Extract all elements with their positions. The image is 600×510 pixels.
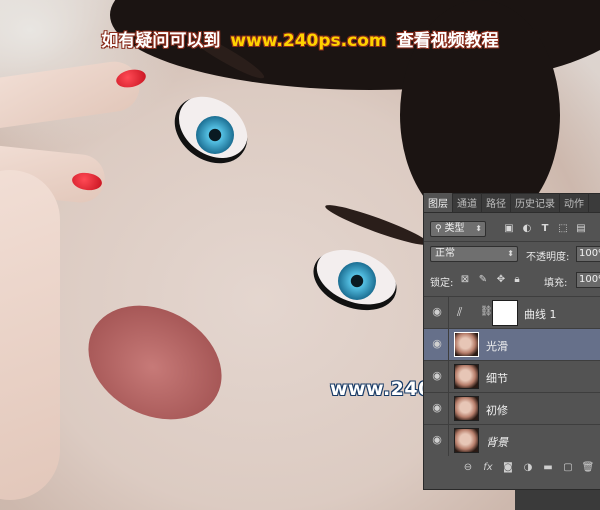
watermark-url: www.240ps.com [230, 31, 387, 51]
adjustment-filter-icon[interactable]: ◐ [520, 222, 534, 236]
tab-actions[interactable]: 动作 [560, 193, 589, 212]
tab-channels[interactable]: 通道 [453, 193, 482, 212]
tab-history[interactable]: 历史记录 [511, 193, 560, 212]
layer-mask-thumbnail[interactable] [492, 300, 518, 326]
layer-row-background[interactable]: ◉ 背景 [424, 424, 600, 456]
iris-right [338, 262, 376, 300]
divider [448, 425, 449, 456]
layers-panel: 图层 通道 路径 历史记录 动作 ⚲ 类型 ⬍ ▣ ◐ T ⬚ ▤ 正常 ⬍ 不透明… [423, 193, 600, 490]
layer-name: 背景 [486, 436, 508, 449]
smart-object-filter-icon[interactable]: ▤ [574, 222, 588, 236]
lips [68, 283, 242, 442]
new-layer-icon[interactable]: ▢ [561, 462, 575, 473]
watermark-text-left: 如有疑问可以到 [101, 31, 221, 51]
opacity-input[interactable]: 100% [576, 246, 600, 262]
tab-layers[interactable]: 图层 [424, 193, 453, 212]
lock-label: 锁定: [430, 278, 454, 289]
panel-tabs: 图层 通道 路径 历史记录 动作 [424, 193, 600, 213]
type-filter-icon[interactable]: T [538, 222, 552, 236]
layer-name: 曲线 1 [524, 308, 557, 321]
link-layers-icon[interactable]: ⊖ [461, 462, 475, 473]
layer-thumbnail [454, 332, 479, 357]
lock-position-icon[interactable]: ✥ [494, 273, 508, 287]
tab-paths[interactable]: 路径 [482, 193, 511, 212]
watermark-text-right: 查看视频教程 [396, 31, 499, 51]
layer-thumbnail [454, 364, 479, 389]
hand-finger-1 [0, 58, 143, 132]
lock-row: 锁定: ⊠ ✎ ✥ 🔒︎ 填充: 100% [424, 270, 600, 290]
layer-name: 细节 [486, 372, 508, 385]
lock-image-icon[interactable]: ✎ [476, 273, 490, 287]
fx-icon[interactable]: fx [481, 462, 495, 473]
chevron-updown-icon: ⬍ [475, 224, 482, 233]
layer-row-detail[interactable]: ◉ 细节 [424, 360, 600, 392]
iris-left [196, 116, 234, 154]
new-adjustment-icon[interactable]: ◑ [521, 462, 535, 473]
opacity-label: 不透明度: [526, 252, 570, 263]
layer-row-initial-retouch[interactable]: ◉ 初修 [424, 392, 600, 424]
filter-kind-select[interactable]: ⚲ 类型 ⬍ [430, 221, 486, 237]
new-group-icon[interactable]: ▬ [541, 462, 555, 473]
eye-visibility-icon[interactable]: ◉ [430, 306, 444, 318]
layer-name: 初修 [486, 404, 508, 417]
divider [448, 361, 449, 392]
chevron-updown-icon: ⬍ [507, 249, 514, 258]
image-filter-icon[interactable]: ▣ [502, 222, 516, 236]
divider [424, 241, 600, 242]
fill-label: 填充: [544, 278, 568, 289]
blend-row: 正常 ⬍ 不透明度: 100% [424, 244, 600, 264]
divider [448, 393, 449, 424]
add-mask-icon[interactable]: ◙ [501, 462, 515, 473]
panel-footer: ⊖ fx ◙ ◑ ▬ ▢ 🗑︎ [424, 458, 600, 476]
trash-icon[interactable]: 🗑︎ [581, 462, 595, 473]
lock-transparent-icon[interactable]: ⊠ [458, 273, 472, 287]
eye-visibility-icon[interactable]: ◉ [430, 402, 444, 414]
divider [448, 297, 449, 328]
eye-visibility-icon[interactable]: ◉ [430, 370, 444, 382]
layer-row-curves[interactable]: ◉ ⫽ ⛓︎ 曲线 1 [424, 296, 600, 328]
lock-all-icon[interactable]: 🔒︎ [510, 273, 524, 287]
filter-row: ⚲ 类型 ⬍ ▣ ◐ T ⬚ ▤ [424, 219, 600, 239]
layer-row-smooth[interactable]: ◉ 光滑 [424, 328, 600, 360]
filter-kind-value: 类型 [444, 223, 465, 234]
layer-name: 光滑 [486, 340, 508, 353]
divider [448, 329, 449, 360]
layer-thumbnail [454, 428, 479, 453]
eye-visibility-icon[interactable]: ◉ [430, 434, 444, 446]
shape-filter-icon[interactable]: ⬚ [556, 222, 570, 236]
watermark-top: 如有疑问可以到 www.240ps.com 查看视频教程 [0, 26, 600, 51]
brow-right [322, 199, 432, 251]
eye-visibility-icon[interactable]: ◉ [430, 338, 444, 350]
blend-mode-value: 正常 [435, 248, 455, 259]
chain-link-icon[interactable]: ⛓︎ [480, 306, 493, 317]
fill-input[interactable]: 100% [576, 272, 600, 288]
curves-adjustment-icon: ⫽ [457, 305, 463, 319]
layer-thumbnail [454, 396, 479, 421]
hand-palm [0, 170, 60, 500]
blend-mode-select[interactable]: 正常 ⬍ [430, 246, 518, 262]
